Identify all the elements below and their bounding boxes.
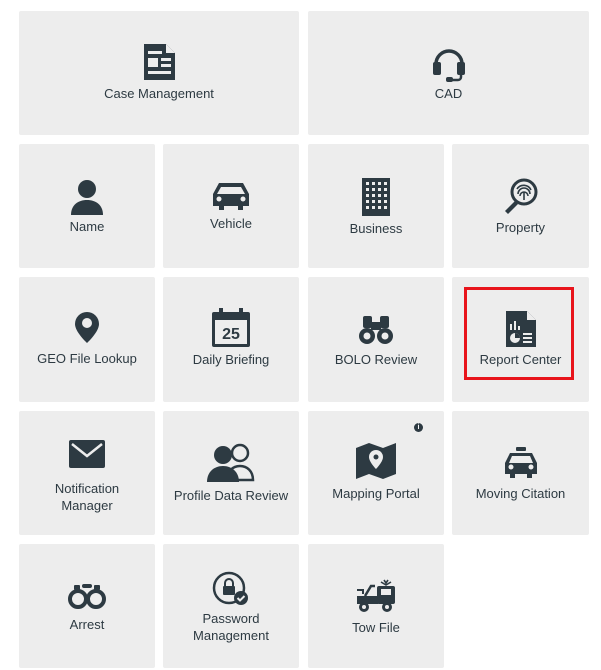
calendar-icon: 25 (163, 308, 299, 348)
info-icon[interactable]: i (414, 423, 423, 432)
tile-label-line: Management (193, 628, 269, 643)
tile-label: Property (495, 220, 546, 235)
tile-case-management[interactable]: Case Management (19, 11, 299, 135)
tile-tow-file[interactable]: Tow File (308, 544, 444, 668)
users-icon (163, 442, 299, 482)
tile-mapping-portal[interactable]: Mapping Portal (308, 411, 444, 535)
tile-label: Notification Manager (23, 480, 151, 514)
tile-notification-manager[interactable]: Notification Manager (19, 411, 155, 535)
document-icon (19, 43, 299, 81)
tile-profile-data-review[interactable]: Profile Data Review (163, 411, 299, 535)
highlight-box (464, 287, 574, 380)
tile-label-line: Notification (54, 481, 120, 496)
map-icon (308, 442, 444, 480)
tile-arrest[interactable]: Arrest (19, 544, 155, 668)
tile-label: Moving Citation (475, 486, 566, 501)
person-icon (19, 179, 155, 215)
police-car-icon (452, 447, 589, 479)
handcuffs-icon (19, 582, 155, 610)
lock-check-icon (163, 571, 299, 607)
car-icon (163, 180, 299, 210)
tile-property[interactable]: Property (452, 144, 589, 268)
tile-name[interactable]: Name (19, 144, 155, 268)
tile-password-management[interactable]: Password Management (163, 544, 299, 668)
tow-truck-icon (308, 576, 444, 614)
tile-label: Profile Data Review (173, 488, 289, 503)
tile-label: Tow File (352, 620, 400, 635)
headset-icon (308, 44, 589, 82)
tile-label: Case Management (104, 86, 214, 101)
calendar-day: 25 (222, 326, 240, 343)
tile-moving-citation[interactable]: Moving Citation (452, 411, 589, 535)
tile-label: BOLO Review (334, 352, 418, 367)
map-pin-icon (19, 311, 155, 343)
building-icon (308, 177, 444, 217)
tile-label-line: Manager (61, 498, 113, 513)
tile-label: Name (69, 219, 105, 234)
tile-daily-briefing[interactable]: 25 Daily Briefing (163, 277, 299, 402)
tile-label: Business (349, 221, 403, 236)
tile-cad[interactable]: CAD (308, 11, 589, 135)
tile-label: CAD (434, 86, 463, 101)
tile-label: Mapping Portal (332, 486, 420, 501)
binoculars-icon (308, 314, 444, 346)
tile-business[interactable]: Business (308, 144, 444, 268)
tile-label: Password Management (167, 610, 295, 644)
tile-label-line: Password (202, 611, 260, 626)
tile-label: Arrest (69, 617, 105, 632)
tile-label: Daily Briefing (192, 352, 270, 367)
magnifier-fingerprint-icon (452, 176, 589, 216)
tile-label: GEO File Lookup (37, 351, 137, 366)
tile-vehicle[interactable]: Vehicle (163, 144, 299, 268)
envelope-icon (19, 439, 155, 469)
tile-label: Vehicle (210, 216, 252, 231)
tile-bolo-review[interactable]: BOLO Review (308, 277, 444, 402)
tile-geo-file-lookup[interactable]: GEO File Lookup (19, 277, 155, 402)
